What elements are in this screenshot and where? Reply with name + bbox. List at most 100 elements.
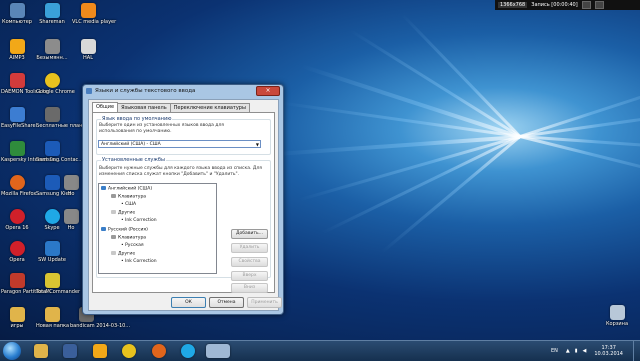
tree-node[interactable]: Клавиатура (111, 194, 146, 200)
desktop-icon-totalcmd[interactable]: Total Commander (36, 272, 80, 306)
desktop-icon-shareman[interactable]: Shareman (36, 2, 68, 36)
desktop-icon-chrome[interactable]: Google Chrome (36, 72, 75, 106)
tree-node[interactable]: Другие (111, 251, 135, 257)
document-icon (44, 39, 60, 54)
volume-icon[interactable]: ◀ (583, 348, 587, 354)
desktop-icon-computer[interactable]: Компьютер (1, 2, 33, 36)
general-panel: Язык ввода по умолчанию Выберите один из… (92, 112, 275, 293)
media-player-taskbar-icon[interactable] (63, 344, 77, 358)
services-tree[interactable]: Английский (США) Клавиатура • США Другие… (98, 183, 217, 274)
desktop-icon-samsung[interactable]: Samsung Contac... (36, 140, 83, 174)
recycle-bin-icon (609, 305, 625, 320)
apply-button[interactable]: Применить (247, 297, 282, 308)
default-language-select[interactable]: Английский (США) - США ▼ (98, 140, 261, 148)
tree-node[interactable]: • США (121, 202, 136, 207)
desktop-icon-daemon[interactable]: DAEMON Tools Lite (1, 72, 48, 106)
daemon-tools-icon (9, 73, 25, 88)
tab-language-bar[interactable]: Языковая панель (117, 103, 171, 112)
tab-general[interactable]: Общие (92, 102, 119, 112)
ok-button[interactable]: ОК (171, 297, 206, 308)
opera-icon (9, 241, 25, 256)
desktop: Компьютер Shareman VLC media player AIMP… (0, 0, 640, 340)
desktop-icon-mozilla[interactable]: Mozilla Firefox (1, 174, 36, 208)
shareman-icon (44, 3, 60, 18)
tab-bar: Общие Языковая панель Переключение клави… (92, 102, 250, 112)
tree-node[interactable]: • Русская (121, 243, 144, 248)
desktop-icon-kaspersky[interactable]: Kaspersky Internet Se... (1, 140, 61, 174)
tray-expand-icon[interactable]: ▲ (566, 348, 570, 354)
resolution-label: 1366x768 (498, 2, 528, 8)
stop-button[interactable] (594, 1, 604, 9)
tree-node[interactable]: • Ink Correction (121, 218, 157, 223)
total-commander-icon (44, 273, 60, 288)
network-icon[interactable]: ▮ (575, 348, 578, 354)
taskbar: EN ▲ ▮ ◀ 17:37 10.03.2014 (0, 340, 640, 361)
desktop-icon-games[interactable]: игры (1, 306, 33, 340)
keyboard-icon (111, 235, 116, 239)
kaspersky-icon (9, 141, 25, 156)
dialog-client: Общие Языковая панель Переключение клави… (88, 99, 282, 311)
firefox-icon (9, 175, 25, 190)
desktop-icon-ho2[interactable]: Ho (60, 208, 82, 242)
text-services-dialog: Языки и службы текстового ввода × Общие … (82, 84, 284, 315)
language-icon (101, 186, 106, 190)
installed-services-description: Выберите нужные службы для каждого языка… (99, 166, 262, 177)
vlc-icon (80, 3, 96, 18)
dialog-titlebar[interactable]: Языки и службы текстового ввода (83, 85, 283, 96)
desktop-icon-opera16[interactable]: Opera 16 (1, 208, 33, 242)
desktop-icon-ho1[interactable]: Ho (60, 174, 82, 208)
move-up-button[interactable]: Вверх (231, 271, 268, 281)
tree-node[interactable]: Другие (111, 210, 135, 216)
aimp-taskbar-icon[interactable] (93, 344, 107, 358)
desktop-icon-easyfileshare[interactable]: EasyFileShare (1, 106, 36, 140)
cancel-button[interactable]: Отмена (209, 297, 244, 308)
opera-icon (9, 209, 25, 224)
dropdown-arrow-icon: ▼ (255, 142, 259, 147)
clock[interactable]: 17:37 10.03.2014 (594, 345, 623, 357)
default-language-value: Английский (США) - США (101, 142, 161, 147)
desktop-icon-newfolder[interactable]: Новая папка (36, 306, 69, 340)
desktop-icon-aimp[interactable]: AIMP3 (1, 38, 33, 72)
skype-icon (44, 209, 60, 224)
explorer-taskbar-icon[interactable] (34, 344, 48, 358)
default-language-title: Язык ввода по умолчанию (101, 116, 173, 122)
computer-icon (9, 3, 25, 18)
language-icon (101, 227, 106, 231)
chrome-icon (44, 73, 60, 88)
desktop-icon-paragon[interactable]: Paragon Partition M... (1, 272, 54, 306)
sw-update-icon (44, 241, 60, 256)
close-button[interactable]: × (256, 86, 280, 96)
desktop-icon-hal[interactable]: HAL (72, 38, 104, 72)
desktop-icon-vlc[interactable]: VLC media player (72, 2, 116, 36)
desktop-icon-opera[interactable]: Opera (1, 240, 33, 274)
tab-keyboard-switching[interactable]: Переключение клавиатуры (169, 103, 250, 112)
desktop-icon-swupdate[interactable]: SW Update (36, 240, 68, 274)
properties-button[interactable]: Свойства (231, 257, 268, 267)
dialog-title: Языки и службы текстового ввода (95, 87, 196, 94)
language-settings-taskbar-icon[interactable] (206, 344, 230, 358)
hal-icon (80, 39, 96, 54)
language-indicator[interactable]: EN (551, 348, 558, 354)
chrome-taskbar-icon[interactable] (122, 344, 136, 358)
paragon-icon (9, 273, 25, 288)
firefox-taskbar-icon[interactable] (152, 344, 166, 358)
skype-taskbar-icon[interactable] (181, 344, 195, 358)
add-button[interactable]: Добавить... (231, 229, 268, 239)
folder-icon (44, 307, 60, 322)
tree-node[interactable]: Русский (Россия) (101, 227, 148, 233)
installed-services-title: Установленные службы (101, 157, 166, 163)
start-button[interactable] (3, 342, 21, 360)
tree-node[interactable]: Клавиатура (111, 235, 146, 241)
show-desktop-button[interactable] (633, 341, 640, 361)
pause-button[interactable] (581, 1, 591, 9)
move-down-button[interactable]: Вниз (231, 283, 268, 293)
desktop-icon-recycle[interactable]: Корзина (601, 304, 633, 338)
desktop-icon-freeplan[interactable]: Бесплатные планшеты (36, 106, 97, 140)
tree-node[interactable]: Английский (США) (101, 186, 152, 192)
other-services-icon (111, 210, 116, 214)
desktop-icon-untitled[interactable]: Безымянн... (36, 38, 68, 72)
default-language-description: Выберите один из установленных языков вв… (99, 123, 224, 134)
other-services-icon (111, 251, 116, 255)
remove-button[interactable]: Удалить (231, 243, 268, 253)
tree-node[interactable]: • Ink Correction (121, 259, 157, 264)
